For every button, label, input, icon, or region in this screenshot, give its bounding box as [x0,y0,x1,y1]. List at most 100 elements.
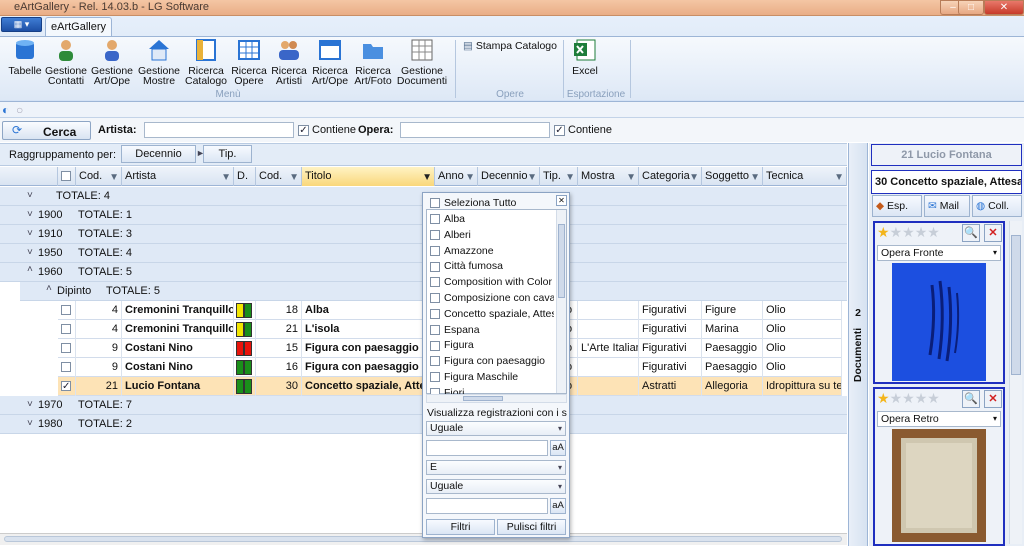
gestione-documenti-button[interactable]: Gestione Documenti [396,38,448,86]
operator2-dropdown[interactable]: Uguale ▾ [426,479,566,494]
close-icon[interactable]: ✕ [556,195,567,206]
header-mostra[interactable]: Mostra ▼ [578,167,639,186]
opera-input[interactable] [400,122,550,138]
filter-option[interactable]: Composizione con cavall [430,291,554,307]
select-all-checkbox[interactable] [61,171,71,181]
row-checkbox-cell[interactable] [58,339,76,358]
detail-scrollbar[interactable] [1009,221,1022,544]
rating-back[interactable]: ★★★★★ [877,391,940,406]
header-cod2[interactable]: Cod. ▼ [256,167,302,186]
filter-list-scrollbar[interactable] [556,210,566,393]
filtri-button[interactable]: Filtri [426,519,495,535]
filter-icon[interactable]: ▼ [109,168,119,186]
row-checkbox-cell[interactable] [58,377,76,396]
filter-option[interactable]: Concetto spaziale, Attes [430,307,554,323]
row-checkbox-cell[interactable] [58,301,76,320]
filter-icon[interactable]: ▼ [750,168,760,186]
rating-front[interactable]: ★★★★★ [877,225,940,240]
delete-icon[interactable]: ✕ [984,390,1002,408]
front-view-select[interactable]: Opera Fronte ▾ [877,245,1001,261]
contiene-opera-checkbox[interactable] [554,125,565,136]
filter-icon[interactable]: ▼ [689,168,699,186]
filter-icon[interactable]: ▼ [626,168,636,186]
ricerca-opere-button[interactable]: Ricerca Opere [230,38,268,86]
chevron-down-icon[interactable]: ˅ [27,399,33,410]
star-icon[interactable]: ★ [877,390,890,406]
filter-option-checkbox[interactable] [430,277,440,288]
ricerca-catalogo-button[interactable]: Ricerca Catalogo [184,38,228,86]
chevron-down-icon[interactable]: ˅ [27,209,33,220]
filter-option[interactable]: Città fumosa [430,259,554,275]
row-checkbox[interactable] [61,381,71,391]
stampa-catalogo-button[interactable]: ▤ Stampa Catalogo [463,40,557,52]
star-icon[interactable]: ★ [890,224,903,240]
row-checkbox[interactable] [61,305,71,315]
header-titolo[interactable]: Titolo ▼ [302,167,435,186]
star-icon[interactable]: ★ [902,390,915,406]
case-sensitive-button-2[interactable]: aA [550,498,566,514]
star-icon[interactable]: ★ [915,390,928,406]
filter-option-checkbox[interactable] [430,340,440,351]
gestione-artope-button[interactable]: Gestione Art/Ope [90,38,134,86]
logic-dropdown[interactable]: E ▾ [426,460,566,475]
artista-input[interactable] [144,122,294,138]
ricerca-artope-button[interactable]: Ricerca Art/Ope [310,38,350,86]
header-d[interactable]: D. [234,167,256,186]
header-tip[interactable]: Tip. ▼ [540,167,578,186]
header-soggetto[interactable]: Soggetto ▼ [702,167,763,186]
filter-option[interactable]: Figura Maschile [430,370,554,386]
header-decennio[interactable]: Decennio ▼ [478,167,540,186]
header-cod[interactable]: Cod. ▼ [76,167,122,186]
header-tecnica[interactable]: Tecnica ▼ [763,167,847,186]
filter-icon[interactable]: ▼ [565,168,575,186]
operator1-dropdown[interactable]: Uguale ▾ [426,421,566,436]
filter-option[interactable]: Alberi [430,228,554,244]
group-chip-decennio[interactable]: Decennio [121,145,196,163]
filter-value1-input[interactable] [426,440,548,456]
filter-option-checkbox[interactable] [430,230,440,241]
chevron-down-icon[interactable]: ˅ [27,228,33,239]
select-all-option-checkbox[interactable] [430,198,440,209]
star-icon[interactable]: ★ [927,224,940,240]
star-icon[interactable]: ★ [877,224,890,240]
header-select-all[interactable] [58,167,76,186]
chevron-down-icon[interactable]: ˅ [27,247,33,258]
header-artista[interactable]: Artista ▼ [122,167,234,186]
filter-option[interactable]: Figura con paesaggio [430,354,554,370]
scroll-thumb[interactable] [1011,235,1021,375]
tabelle-button[interactable]: Tabelle [4,38,46,76]
filter-option[interactable]: Figura [430,338,554,354]
chevron-down-icon[interactable]: ˅ [27,190,33,201]
filter-icon[interactable]: ▼ [289,168,299,186]
row-checkbox[interactable] [61,362,71,372]
filter-option-checkbox[interactable] [430,293,440,304]
chevron-up-icon[interactable]: ˄ [27,264,33,275]
cerca-button[interactable]: ⟳ Cerca [2,121,91,140]
star-icon[interactable]: ★ [890,390,903,406]
chevron-up-icon[interactable]: ˄ [46,283,52,294]
row-checkbox-cell[interactable] [58,320,76,339]
tab-eartgallery[interactable]: eArtGallery [45,17,112,36]
excel-button[interactable]: Excel [568,38,602,76]
row-checkbox[interactable] [61,324,71,334]
filter-option-checkbox[interactable] [430,356,440,367]
documenti-tab[interactable]: 2 Documenti [848,143,868,546]
mail-button[interactable]: ✉ Mail [924,195,970,217]
filter-option-checkbox[interactable] [430,245,440,256]
star-icon[interactable]: ★ [915,224,928,240]
ricerca-artfoto-button[interactable]: Ricerca Art/Foto [352,38,394,86]
case-sensitive-button[interactable]: aA [550,440,566,456]
filter-icon[interactable]: ▼ [527,168,537,186]
back-icon[interactable]: ◐ [2,103,9,117]
filter-option[interactable]: Amazzone [430,244,554,260]
header-categoria[interactable]: Categoria ▼ [639,167,702,186]
zoom-icon[interactable]: 🔍 [962,390,980,408]
scroll-thumb[interactable] [463,396,503,401]
filter-option-checkbox[interactable] [430,261,440,272]
gestione-contatti-button[interactable]: Gestione Contatti [44,38,88,86]
filter-icon[interactable]: ▼ [834,168,844,186]
maximize-button[interactable]: □ [958,0,984,15]
app-menu-button[interactable]: ▦ ▾ [1,17,42,32]
ricerca-artisti-button[interactable]: Ricerca Artisti [270,38,308,86]
filter-option[interactable]: Espana [430,323,554,339]
